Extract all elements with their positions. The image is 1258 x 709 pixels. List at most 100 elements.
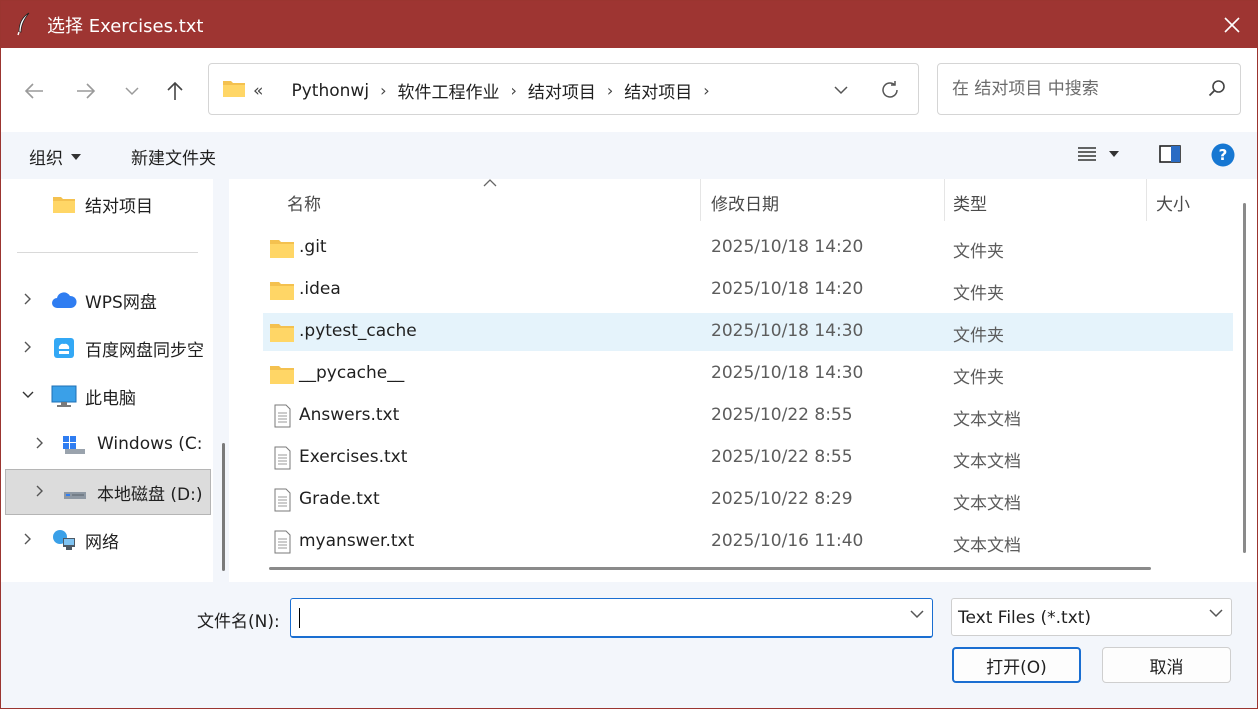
sidebar-item-baidu-netdisk[interactable]: 百度网盘同步空 bbox=[1, 325, 213, 371]
file-modified-date: 2025/10/16 11:40 bbox=[711, 531, 864, 551]
refresh-button[interactable] bbox=[877, 77, 903, 103]
file-type: 文件夹 bbox=[953, 284, 1004, 304]
file-modified-date: 2025/10/22 8:55 bbox=[711, 447, 853, 467]
organize-button[interactable]: 组织 bbox=[29, 144, 81, 169]
chevron-down-icon[interactable] bbox=[910, 610, 924, 619]
file-row[interactable]: __pycache__ 2025/10/18 14:30 文件夹 bbox=[263, 355, 1233, 393]
navigation-bar: « Pythonwj › 软件工程作业 › 结对项目 › 结对项目 › bbox=[1, 48, 1257, 132]
sidebar-item-label: WPS网盘 bbox=[85, 292, 157, 313]
new-folder-button[interactable]: 新建文件夹 bbox=[131, 144, 216, 169]
column-header-type[interactable]: 类型 bbox=[953, 190, 987, 215]
chevron-down-icon[interactable] bbox=[21, 388, 35, 402]
sidebar-item-label: 本地磁盘 (D:) bbox=[97, 484, 203, 505]
file-type: 文本文档 bbox=[953, 410, 1021, 430]
navigation-tree[interactable]: 结对项目 WPS网盘 百度网盘同步空 此电脑 Windows (C: 本地磁盘 … bbox=[1, 179, 213, 582]
forward-button[interactable] bbox=[71, 76, 101, 106]
breadcrumb: « Pythonwj › 软件工程作业 › 结对项目 › 结对项目 › bbox=[253, 78, 721, 104]
column-divider[interactable] bbox=[700, 179, 701, 221]
breadcrumb-item[interactable]: 软件工程作业 bbox=[397, 78, 499, 103]
file-row[interactable]: Answers.txt 2025/10/22 8:55 文本文档 bbox=[263, 397, 1233, 435]
file-modified-date: 2025/10/22 8:55 bbox=[711, 405, 853, 425]
file-name: Exercises.txt bbox=[299, 447, 408, 467]
filename-input[interactable] bbox=[291, 599, 891, 636]
text-file-icon bbox=[274, 530, 291, 554]
svg-text:?: ? bbox=[1219, 146, 1228, 164]
address-bar[interactable]: « Pythonwj › 软件工程作业 › 结对项目 › 结对项目 › bbox=[208, 63, 919, 115]
file-name: Grade.txt bbox=[299, 489, 380, 509]
filename-combobox[interactable] bbox=[290, 598, 933, 638]
back-button[interactable] bbox=[19, 76, 49, 106]
chevron-down-icon bbox=[834, 85, 848, 94]
file-name: Answers.txt bbox=[299, 405, 400, 425]
file-name: .pytest_cache bbox=[299, 321, 417, 341]
chevron-right-icon[interactable] bbox=[21, 292, 35, 306]
column-header-name[interactable]: 名称 bbox=[287, 190, 321, 215]
file-row[interactable]: .git 2025/10/18 14:20 文件夹 bbox=[263, 229, 1233, 267]
file-type: 文件夹 bbox=[953, 368, 1004, 388]
chevron-right-icon[interactable] bbox=[33, 436, 47, 450]
column-headers: 名称 修改日期 类型 大小 bbox=[237, 179, 1257, 221]
preview-pane-button[interactable] bbox=[1159, 145, 1181, 163]
column-header-size[interactable]: 大小 bbox=[1156, 190, 1190, 215]
file-row[interactable]: .idea 2025/10/18 14:20 文件夹 bbox=[263, 271, 1233, 309]
arrow-right-icon bbox=[77, 83, 96, 99]
view-options-button[interactable] bbox=[1077, 146, 1119, 162]
new-folder-label: 新建文件夹 bbox=[131, 149, 216, 169]
help-icon: ? bbox=[1211, 143, 1235, 167]
column-divider[interactable] bbox=[944, 179, 945, 221]
chevron-down-icon bbox=[1209, 609, 1223, 618]
caret-down-icon bbox=[71, 153, 81, 160]
breadcrumb-overflow[interactable]: « bbox=[253, 81, 263, 101]
chevron-right-icon[interactable] bbox=[21, 532, 35, 546]
sidebar-item-local-disk-d[interactable]: 本地磁盘 (D:) bbox=[5, 469, 211, 515]
file-row[interactable]: myanswer.txt 2025/10/16 11:40 文本文档 bbox=[263, 523, 1233, 561]
chevron-right-icon[interactable]: › bbox=[510, 81, 516, 100]
up-button[interactable] bbox=[160, 76, 190, 106]
help-button[interactable]: ? bbox=[1211, 143, 1235, 167]
column-header-date[interactable]: 修改日期 bbox=[711, 190, 779, 215]
file-list-horizontal-scrollbar[interactable] bbox=[269, 567, 1151, 570]
breadcrumb-item[interactable]: 结对项目 bbox=[528, 78, 596, 103]
chevron-right-icon[interactable] bbox=[21, 340, 35, 354]
file-modified-date: 2025/10/18 14:30 bbox=[711, 363, 864, 383]
file-name: __pycache__ bbox=[299, 363, 405, 383]
sidebar-scrollbar[interactable] bbox=[222, 443, 225, 571]
open-button[interactable]: 打开(O) bbox=[952, 647, 1081, 683]
cancel-button[interactable]: 取消 bbox=[1102, 647, 1231, 683]
chevron-right-icon[interactable] bbox=[33, 484, 47, 498]
search-icon bbox=[1208, 80, 1225, 97]
file-list-vertical-scrollbar[interactable] bbox=[1243, 203, 1246, 553]
sidebar-item-wps-cloud[interactable]: WPS网盘 bbox=[1, 277, 213, 323]
search-box[interactable] bbox=[937, 63, 1241, 115]
breadcrumb-separator bbox=[275, 81, 280, 100]
sidebar-divider bbox=[17, 252, 198, 253]
file-row[interactable]: Exercises.txt 2025/10/22 8:55 文本文档 bbox=[263, 439, 1233, 477]
recent-locations-button[interactable] bbox=[117, 76, 147, 106]
arrow-left-icon bbox=[24, 83, 43, 99]
sidebar-item-label: 网络 bbox=[85, 532, 119, 553]
sidebar-item-windows-c[interactable]: Windows (C: bbox=[1, 421, 213, 467]
sidebar-item-this-pc[interactable]: 此电脑 bbox=[1, 373, 213, 419]
sidebar-item-pair-project[interactable]: 结对项目 bbox=[1, 181, 213, 227]
folder-icon bbox=[270, 324, 294, 342]
chevron-right-icon[interactable]: › bbox=[607, 81, 613, 100]
search-input[interactable] bbox=[938, 64, 1188, 114]
sidebar-item-label: Windows (C: bbox=[97, 434, 203, 454]
file-name: .idea bbox=[299, 279, 341, 299]
sidebar-item-label: 百度网盘同步空 bbox=[85, 340, 204, 361]
file-name: .git bbox=[299, 237, 327, 257]
column-divider[interactable] bbox=[1146, 179, 1147, 221]
file-row[interactable]: Grade.txt 2025/10/22 8:29 文本文档 bbox=[263, 481, 1233, 519]
close-button[interactable] bbox=[1207, 1, 1257, 48]
sidebar-item-network[interactable]: 网络 bbox=[1, 517, 213, 563]
text-file-icon bbox=[274, 488, 291, 512]
file-type-select[interactable]: Text Files (*.txt) bbox=[951, 598, 1232, 636]
chevron-right-icon[interactable]: › bbox=[380, 81, 386, 100]
breadcrumb-item[interactable]: 结对项目 bbox=[624, 78, 692, 103]
chevron-right-icon[interactable]: › bbox=[703, 81, 709, 100]
file-name: myanswer.txt bbox=[299, 531, 415, 551]
address-history-button[interactable] bbox=[829, 78, 853, 102]
file-modified-date: 2025/10/22 8:29 bbox=[711, 489, 853, 509]
file-row[interactable]: .pytest_cache 2025/10/18 14:30 文件夹 bbox=[263, 313, 1233, 351]
breadcrumb-item[interactable]: Pythonwj bbox=[292, 81, 370, 101]
